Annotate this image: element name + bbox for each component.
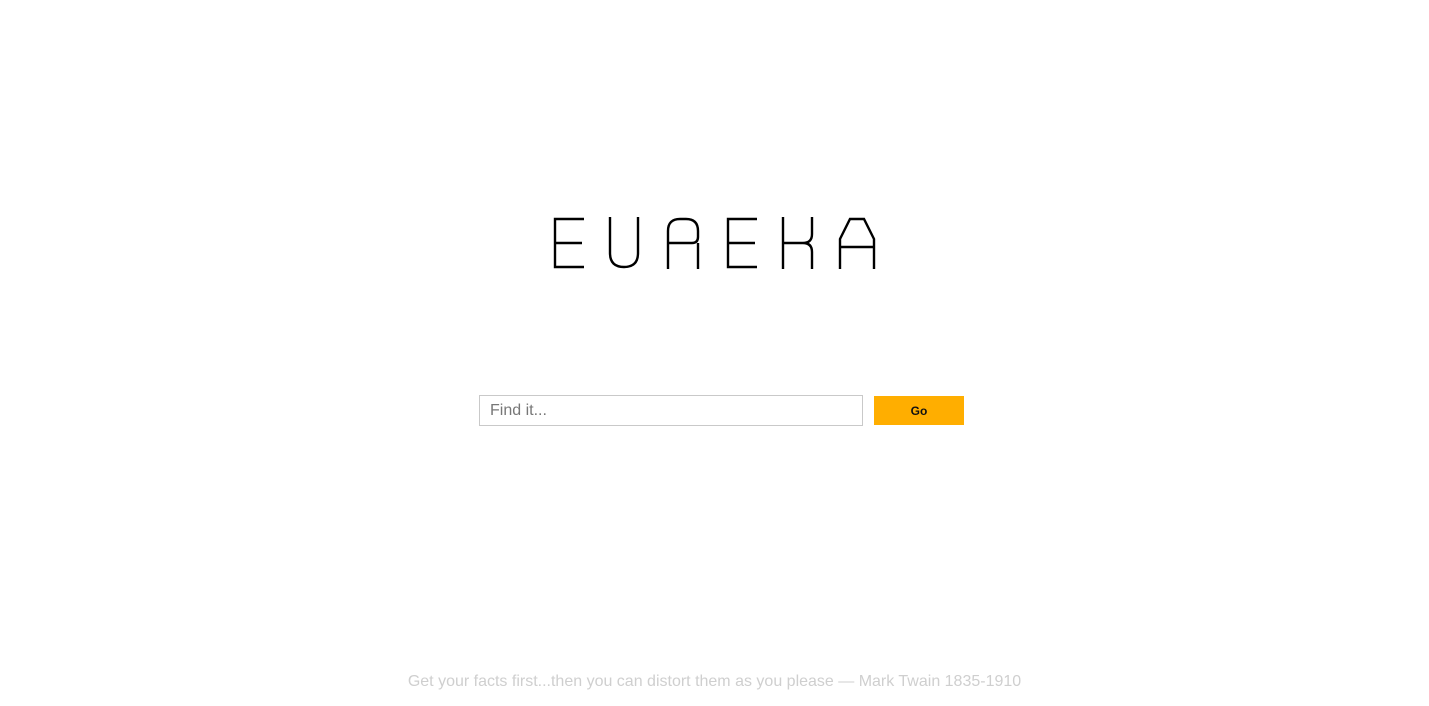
logo-letter-a bbox=[838, 217, 876, 269]
logo-letter-k bbox=[781, 217, 814, 269]
eureka-logo: EUREKA bbox=[553, 217, 879, 269]
search-form: Go bbox=[479, 395, 965, 426]
footer-quote: Get your facts first...then you can dist… bbox=[407, 673, 1022, 690]
logo-letter-e-2 bbox=[726, 217, 757, 269]
search-input[interactable] bbox=[479, 395, 863, 426]
logo-letter-e bbox=[553, 217, 584, 269]
logo-letter-r bbox=[666, 217, 700, 269]
go-button[interactable]: Go bbox=[874, 396, 964, 425]
logo-glyphs bbox=[553, 217, 876, 269]
logo-letter-u bbox=[608, 217, 640, 269]
page: EUREKA Go Get your facts first...then yo… bbox=[0, 0, 1429, 706]
